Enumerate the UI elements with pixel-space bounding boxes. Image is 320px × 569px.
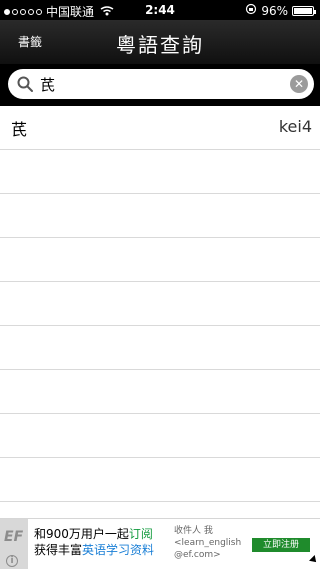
list-item xyxy=(0,326,320,370)
battery-icon xyxy=(292,5,316,16)
ad-banner[interactable]: EF i 和900万用户一起订阅 获得丰富英语学习资料 收件人 我 <learn… xyxy=(0,518,320,569)
register-now-button[interactable]: 立即注册 xyxy=(250,536,312,554)
search-text: 芪 xyxy=(40,75,56,94)
list-item xyxy=(0,238,320,282)
search-bar: 芪 ✕ xyxy=(0,64,320,106)
list-item xyxy=(0,282,320,326)
list-item xyxy=(0,370,320,414)
status-bar: 中国联通 2:44 96% xyxy=(0,0,320,20)
search-input[interactable]: 芪 ✕ xyxy=(8,69,314,99)
list-item[interactable]: 芪 kei4 xyxy=(0,106,320,150)
orientation-lock-icon xyxy=(245,3,257,18)
clear-icon[interactable]: ✕ xyxy=(290,75,308,93)
ad-copy: 和900万用户一起订阅 获得丰富英语学习资料 xyxy=(34,527,155,557)
list-item xyxy=(0,150,320,194)
page-title: 粵語查詢 xyxy=(116,33,204,57)
list-item xyxy=(0,414,320,458)
navigation-bar: 書籤 粵語查詢 xyxy=(0,20,320,64)
result-word: 芪 xyxy=(11,120,28,139)
list-item xyxy=(0,458,320,502)
results-list: 芪 kei4 xyxy=(0,106,320,502)
cursor-icon xyxy=(309,555,319,565)
info-icon[interactable]: i xyxy=(6,555,18,567)
status-right: 96% xyxy=(245,3,316,18)
list-item xyxy=(0,194,320,238)
battery-percentage: 96% xyxy=(261,3,288,18)
ad-mail-preview: 收件人 我 <learn_english @ef.com> xyxy=(174,526,242,560)
search-icon xyxy=(16,75,34,93)
result-jyutping: kei4 xyxy=(278,117,312,136)
ef-logo: EF i xyxy=(0,519,28,569)
